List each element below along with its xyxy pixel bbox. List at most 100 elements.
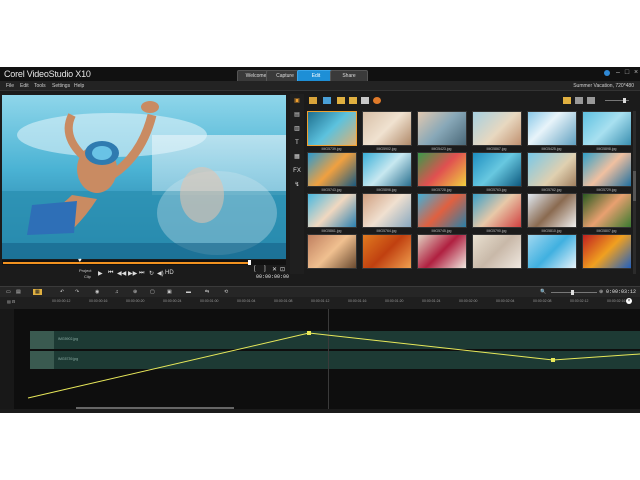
library-item[interactable]: IMG5807.jpg (582, 193, 631, 233)
next-frame-icon[interactable]: ▶▶ (128, 270, 137, 277)
repeat-icon[interactable]: ↻ (149, 270, 154, 277)
preview-timecode[interactable]: 00:00:00:00 (256, 274, 289, 280)
timeline-scrollbar[interactable] (76, 407, 234, 409)
home-icon[interactable]: ⏮ (108, 270, 113, 277)
sound-mixer-icon[interactable]: ♫ (115, 289, 119, 295)
library-item[interactable] (582, 234, 631, 270)
undo-icon[interactable]: ↶ (60, 289, 64, 295)
library-item[interactable]: IMG5861.jpg (307, 193, 357, 233)
play-icon[interactable]: ▶ (98, 270, 103, 277)
marker-icon[interactable]: ♥ (78, 258, 82, 264)
thumb-size-knob[interactable] (623, 98, 626, 103)
library-scrollbar[interactable] (633, 111, 636, 274)
library-item[interactable] (472, 234, 522, 270)
title-icon[interactable]: T (292, 138, 302, 148)
library-item[interactable]: IMG5762.jpg (527, 152, 577, 192)
graphic-icon[interactable]: ▦ (292, 152, 302, 162)
split-icon[interactable]: ✕ (272, 266, 277, 273)
library-item[interactable] (417, 234, 467, 270)
fx-icon[interactable]: FX (292, 166, 302, 176)
maximize-button[interactable]: □ (623, 69, 631, 76)
library-item[interactable]: IMG5810.jpg (527, 193, 577, 233)
record-icon[interactable]: ◉ (95, 289, 99, 295)
path-icon[interactable]: ↯ (292, 180, 302, 190)
menu-settings[interactable]: Settings (52, 83, 70, 89)
clip-mode-label[interactable]: Clip (84, 274, 91, 279)
browse-icon[interactable] (373, 97, 381, 104)
keyframe-point[interactable] (307, 331, 311, 335)
show-video-icon[interactable] (337, 97, 345, 104)
library-item[interactable]: IMG5743.jpg (307, 152, 357, 192)
menu-tools[interactable]: Tools (34, 83, 46, 89)
library-item[interactable]: IMG5739.jpg (307, 111, 357, 151)
library-item[interactable] (527, 234, 577, 270)
menu-file[interactable]: File (6, 83, 14, 89)
transition-icon[interactable]: ▥ (292, 124, 302, 134)
menu-edit[interactable]: Edit (20, 83, 29, 89)
zoom-slider[interactable] (551, 290, 597, 295)
track-manager-icon[interactable]: ▦ (33, 289, 42, 295)
library-item[interactable] (362, 234, 412, 270)
library-scroll-thumb[interactable] (633, 171, 636, 201)
prev-frame-icon[interactable]: ◀◀ (117, 270, 126, 277)
close-track-icon[interactable]: × (626, 298, 632, 304)
preview-scrubber[interactable]: ♥ (2, 258, 286, 265)
mark-out-icon[interactable]: ] (264, 266, 266, 272)
library-item[interactable]: IMG5728.jpg (417, 152, 467, 192)
library-item[interactable]: IMG5425.jpg (527, 111, 577, 151)
show-photo-icon[interactable] (349, 97, 357, 104)
close-button[interactable]: × (632, 69, 640, 76)
sort-icon[interactable] (587, 97, 595, 104)
fit-icon[interactable]: ▬ (186, 289, 191, 295)
hd-icon[interactable]: HD (165, 270, 174, 276)
view-list-icon[interactable] (563, 97, 571, 104)
library-item[interactable]: IMG5729.jpg (582, 152, 631, 192)
repeat-track-icon[interactable]: ⟲ (224, 289, 228, 295)
library-item[interactable]: IMG5867.jpg (472, 111, 522, 151)
library-item[interactable]: IMG5790.jpg (472, 193, 522, 233)
preview-image (2, 95, 286, 259)
media-icon[interactable]: ▣ (292, 96, 302, 106)
ruler-tick-label: 00:00:01:16 (348, 299, 367, 303)
zoom-knob[interactable] (571, 290, 574, 295)
library-item[interactable]: IMG5764.jpg (362, 193, 412, 233)
instant-project-icon[interactable]: ▤ (292, 110, 302, 120)
ruler-options-icon[interactable]: ▤ ⊟ (7, 299, 15, 304)
view-thumb-icon[interactable] (575, 97, 583, 104)
minimize-button[interactable]: – (614, 69, 622, 76)
project-mode-label[interactable]: Project (79, 268, 91, 273)
ruler-tick-label: 00:00:00:24 (163, 299, 182, 303)
subtitle-icon[interactable]: ▢ (150, 289, 155, 295)
end-icon[interactable]: ⏭ (139, 270, 144, 277)
multi-camera-icon[interactable]: ▣ (167, 289, 172, 295)
app-window: Corel VideoStudio X10 Welcome Capture Ed… (0, 67, 640, 413)
redo-icon[interactable]: ↷ (75, 289, 79, 295)
scrubber-handle[interactable] (248, 260, 251, 265)
library-item[interactable]: IMG5902.jpg (362, 111, 412, 151)
library-item[interactable]: IMG5763.jpg (472, 152, 522, 192)
timeline-view-icon[interactable]: ▤ (16, 289, 21, 295)
globe-icon[interactable] (604, 70, 610, 76)
zoom-in-icon[interactable]: ⊕ (599, 289, 603, 295)
resize-icon[interactable]: ⊡ (280, 266, 285, 273)
ruler-tick-label: 00:00:01:12 (311, 299, 330, 303)
ruler-tick-label: 00:00:01:04 (237, 299, 256, 303)
storyboard-view-icon[interactable]: ▭ (6, 289, 11, 295)
volume-icon[interactable]: ◀) (157, 270, 164, 277)
library-item[interactable]: IMG5423.jpg (417, 111, 467, 151)
show-audio-icon[interactable] (361, 97, 369, 104)
motion-tracking-icon[interactable]: ⊕ (133, 289, 137, 295)
library-item[interactable]: IMG5896.jpg (362, 152, 412, 192)
import-icon[interactable] (323, 97, 331, 104)
zoom-out-icon[interactable]: 🔍 (540, 289, 546, 295)
library-item[interactable] (307, 234, 357, 270)
keyframe-point[interactable] (551, 358, 555, 362)
ruler-tick-label: 00:00:02:12 (570, 299, 589, 303)
ruler-tick-label: 00:00:00:12 (52, 299, 71, 303)
menu-help[interactable]: Help (74, 83, 84, 89)
add-folder-icon[interactable] (309, 97, 317, 104)
mark-in-icon[interactable]: [ (254, 266, 256, 272)
speed-icon[interactable]: ⇆ (205, 289, 209, 295)
library-item[interactable]: IMG5745.jpg (417, 193, 467, 233)
library-item[interactable]: IMG5898.jpg (582, 111, 631, 151)
